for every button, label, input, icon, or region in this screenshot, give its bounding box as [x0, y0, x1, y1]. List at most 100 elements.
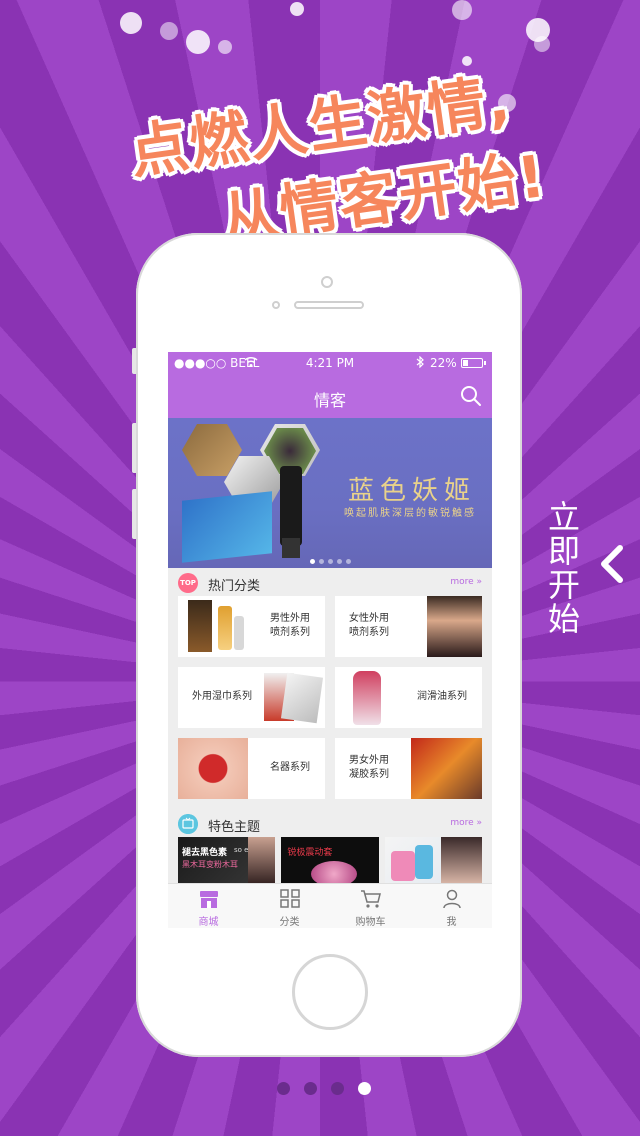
famous-device-product-image	[178, 738, 248, 799]
theme-product-image	[390, 851, 415, 881]
tab-me[interactable]: 我	[411, 884, 492, 928]
theme-card-whitening[interactable]: 褪去黑色素 so easy! 黑木耳变粉木耳	[178, 837, 276, 887]
tab-shop[interactable]: 商城	[168, 884, 249, 928]
tv-icon	[178, 814, 198, 834]
battery-percent: 22%	[430, 356, 457, 370]
promo-banner[interactable]: 蓝色妖姬 唤起肌肤深层的敏锐触感	[168, 418, 492, 568]
banner-bottle-cap	[282, 538, 300, 558]
featured-themes-more-link[interactable]: more »	[450, 818, 482, 828]
bluetooth-icon	[416, 356, 424, 368]
banner-page-dot[interactable]	[309, 559, 315, 564]
hot-categories-title: 热门分类	[208, 579, 261, 594]
lubricant-bottle-image	[353, 671, 381, 725]
bubble	[290, 2, 304, 16]
category-label-line1: 女性外用	[349, 613, 389, 624]
page-title: 情客	[313, 391, 346, 410]
bubble	[120, 12, 142, 34]
hot-categories-header: TOP 热门分类 more »	[168, 568, 492, 596]
status-bar: ●●●○○ BELL 4:21 PM 22%	[168, 352, 492, 374]
page-dot[interactable]	[358, 1082, 371, 1095]
store-icon	[199, 891, 218, 908]
featured-themes-header: 特色主题 more »	[168, 809, 492, 837]
category-label: 男性外用 喷剂系列	[270, 612, 310, 640]
theme-card-line1: 锐极震动套	[287, 848, 333, 858]
nav-bar: 情客	[168, 374, 492, 418]
page-dot[interactable]	[304, 1082, 317, 1095]
male-spray-bottle-image	[218, 606, 232, 650]
hot-categories-grid: 男性外用 喷剂系列 女性外用 喷剂系列 外用湿巾系列 润滑油系列 名器系列 男女…	[168, 596, 492, 799]
bubble	[160, 22, 178, 40]
start-now-button[interactable]: 立即开始	[544, 500, 640, 640]
male-spray-product-image	[188, 600, 212, 652]
home-button[interactable]	[292, 954, 368, 1030]
theme-model-image	[248, 837, 276, 887]
theme-card-vibration[interactable]: 锐极震动套	[281, 837, 379, 887]
proximity-sensor	[272, 301, 280, 309]
banner-page-dot[interactable]	[327, 559, 333, 564]
hot-categories-more-link[interactable]: more »	[450, 577, 482, 587]
category-label: 女性外用 喷剂系列	[349, 612, 389, 640]
volume-down-button	[132, 489, 136, 539]
app-screen: ●●●○○ BELL 4:21 PM 22% 情客 蓝色妖姬 唤起肌肤深层的敏锐…	[168, 352, 492, 928]
gel-product-image	[411, 738, 482, 799]
page-dot[interactable]	[331, 1082, 344, 1095]
category-label-line2: 喷剂系列	[349, 627, 389, 638]
grid-icon	[279, 889, 300, 908]
male-spray-bottle-2-image	[234, 616, 244, 650]
theme-card-accessories[interactable]	[384, 837, 482, 887]
chevron-left-icon	[601, 545, 623, 583]
category-label: 名器系列	[270, 761, 310, 775]
category-card-wipes[interactable]: 外用湿巾系列	[178, 667, 325, 728]
bubble	[452, 0, 472, 20]
banner-page-dots	[168, 559, 492, 564]
tab-label: 购物车	[355, 917, 386, 928]
onboarding-page-dots	[270, 1082, 378, 1095]
female-model-image	[427, 596, 482, 657]
search-icon[interactable]	[460, 385, 482, 407]
category-label-line1: 润滑油系列	[417, 691, 467, 702]
page-dot[interactable]	[277, 1082, 290, 1095]
tab-label: 我	[446, 917, 457, 928]
category-label-line1: 男女外用	[349, 755, 389, 766]
category-label-line2: 凝胶系列	[349, 769, 389, 780]
category-label-line1: 名器系列	[270, 762, 310, 773]
banner-brand: 蓝色妖姬	[348, 476, 477, 506]
category-label-line1: 外用湿巾系列	[192, 691, 252, 702]
category-label: 外用湿巾系列	[192, 690, 252, 704]
category-card-male-spray[interactable]: 男性外用 喷剂系列	[178, 596, 325, 657]
user-icon	[442, 889, 461, 909]
banner-page-dot[interactable]	[318, 559, 324, 564]
tab-bar: 商城 分类 购物车 我	[168, 883, 492, 928]
banner-product-bottle	[280, 466, 302, 546]
category-card-lubricant[interactable]: 润滑油系列	[335, 667, 482, 728]
banner-page-dot[interactable]	[345, 559, 351, 564]
category-label-line2: 喷剂系列	[270, 627, 310, 638]
volume-up-button	[132, 423, 136, 473]
tab-label: 商城	[198, 917, 219, 928]
featured-themes-list: 褪去黑色素 so easy! 黑木耳变粉木耳 锐极震动套	[168, 837, 492, 887]
wipes-packet-image	[280, 672, 324, 724]
category-card-female-spray[interactable]: 女性外用 喷剂系列	[335, 596, 482, 657]
bubble	[218, 40, 232, 54]
theme-model-image	[440, 837, 482, 887]
top-badge-icon: TOP	[178, 573, 198, 593]
theme-card-line2: 黑木耳变粉木耳	[182, 860, 238, 869]
battery-icon	[461, 358, 483, 368]
banner-page-dot[interactable]	[336, 559, 342, 564]
earpiece-speaker	[294, 301, 364, 309]
category-label: 润滑油系列	[417, 690, 467, 704]
featured-themes-title: 特色主题	[208, 820, 261, 835]
category-label-line1: 男性外用	[270, 613, 310, 624]
start-now-label: 立即开始	[547, 498, 580, 638]
category-card-gel[interactable]: 男女外用 凝胶系列	[335, 738, 482, 799]
bubble	[186, 30, 210, 54]
banner-product-box	[182, 491, 272, 563]
battery-tip	[484, 361, 486, 365]
tab-label: 分类	[279, 917, 300, 928]
theme-card-line1: 褪去黑色素	[182, 848, 228, 858]
tab-categories[interactable]: 分类	[249, 884, 330, 928]
category-card-famous-device[interactable]: 名器系列	[178, 738, 325, 799]
front-camera	[321, 276, 333, 288]
theme-product-image-2	[414, 845, 433, 879]
tab-cart[interactable]: 购物车	[330, 884, 411, 928]
